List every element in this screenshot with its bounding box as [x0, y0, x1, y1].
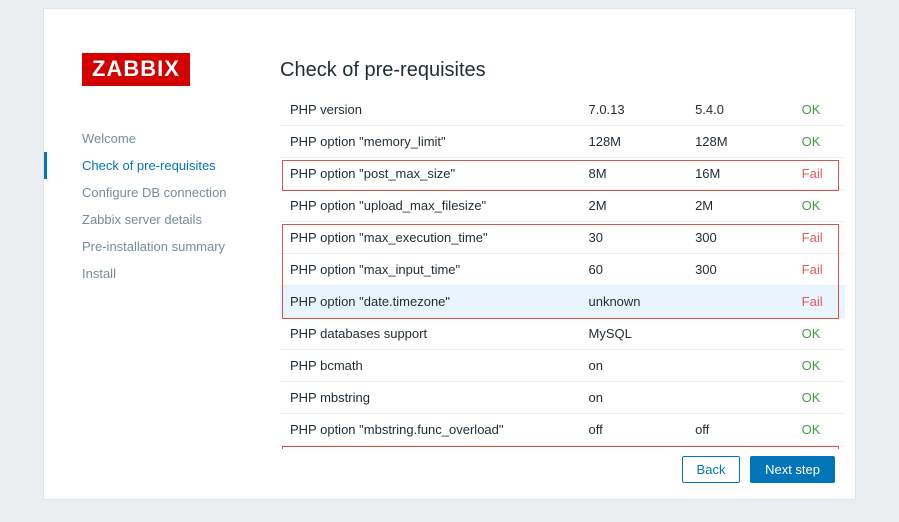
req-name: PHP option "date.timezone"	[280, 286, 578, 318]
req-current: off	[578, 446, 685, 450]
req-status: OK	[792, 382, 845, 414]
req-current: 2M	[578, 190, 685, 222]
back-button[interactable]: Back	[682, 456, 741, 483]
req-required	[685, 446, 792, 450]
req-name: PHP option "post_max_size"	[280, 158, 578, 190]
zabbix-logo: ZABBIX	[82, 53, 190, 86]
req-status: OK	[792, 350, 845, 382]
req-required	[685, 350, 792, 382]
req-status: OK	[792, 94, 845, 126]
req-current: 7.0.13	[578, 94, 685, 126]
req-required	[685, 318, 792, 350]
table-row: PHP option "mbstring.func_overload"offof…	[280, 414, 845, 446]
table-row: PHP option "memory_limit"128M128MOK	[280, 126, 845, 158]
sidebar-item-1[interactable]: Check of pre-requisites	[44, 152, 264, 179]
req-status: Fail	[792, 222, 845, 254]
page-title: Check of pre-requisites	[280, 59, 845, 82]
sidebar-item-2[interactable]: Configure DB connection	[44, 179, 264, 206]
req-required: 300	[685, 254, 792, 286]
sidebar-item-4[interactable]: Pre-installation summary	[44, 233, 264, 260]
main: Check of pre-requisites PHP version7.0.1…	[280, 59, 845, 439]
next-step-button[interactable]: Next step	[750, 456, 835, 483]
sidebar-item-3[interactable]: Zabbix server details	[44, 206, 264, 233]
req-name: PHP bcmath	[280, 350, 578, 382]
table-row: PHP option "post_max_size"8M16MFail	[280, 158, 845, 190]
req-status: OK	[792, 318, 845, 350]
req-required	[685, 382, 792, 414]
table-row: PHP option "upload_max_filesize"2M2MOK	[280, 190, 845, 222]
req-current: 128M	[578, 126, 685, 158]
req-required	[685, 286, 792, 318]
table-row: PHP socketsoff Fail	[280, 446, 845, 450]
req-status: OK	[792, 190, 845, 222]
sidebar: WelcomeCheck of pre-requisitesConfigure …	[44, 125, 264, 287]
req-current: 60	[578, 254, 685, 286]
requisites-scroll[interactable]: PHP version7.0.135.4.0OKPHP option "memo…	[280, 94, 845, 449]
req-required: 300	[685, 222, 792, 254]
req-current: MySQL	[578, 318, 685, 350]
req-required: 128M	[685, 126, 792, 158]
req-required: 16M	[685, 158, 792, 190]
req-name: PHP option "max_execution_time"	[280, 222, 578, 254]
sidebar-item-5[interactable]: Install	[44, 260, 264, 287]
req-status: Fail	[792, 254, 845, 286]
table-row: PHP option "max_input_time"60300Fail	[280, 254, 845, 286]
req-status: Fail	[792, 158, 845, 190]
table-row: PHP version7.0.135.4.0OK	[280, 94, 845, 126]
req-status: OK	[792, 414, 845, 446]
table-row: PHP mbstringon OK	[280, 382, 845, 414]
footer: Back Next step	[676, 456, 835, 483]
table-row: PHP option "max_execution_time"30300Fail	[280, 222, 845, 254]
req-current: off	[578, 414, 685, 446]
req-name: PHP option "memory_limit"	[280, 126, 578, 158]
req-status: Fail	[792, 286, 845, 318]
req-current: unknown	[578, 286, 685, 318]
table-row: PHP databases supportMySQL OK	[280, 318, 845, 350]
req-current: 8M	[578, 158, 685, 190]
req-name: PHP version	[280, 94, 578, 126]
req-status: OK	[792, 126, 845, 158]
sidebar-item-0[interactable]: Welcome	[44, 125, 264, 152]
setup-card: ZABBIX WelcomeCheck of pre-requisitesCon…	[43, 8, 856, 500]
req-required: 5.4.0	[685, 94, 792, 126]
requisites-table: PHP version7.0.135.4.0OKPHP option "memo…	[280, 94, 845, 449]
req-required: 2M	[685, 190, 792, 222]
req-current: on	[578, 350, 685, 382]
req-name: PHP databases support	[280, 318, 578, 350]
req-required: off	[685, 414, 792, 446]
req-name: PHP option "max_input_time"	[280, 254, 578, 286]
table-row: PHP bcmathon OK	[280, 350, 845, 382]
table-row: PHP option "date.timezone"unknown Fail	[280, 286, 845, 318]
req-name: PHP mbstring	[280, 382, 578, 414]
req-name: PHP sockets	[280, 446, 578, 450]
req-current: on	[578, 382, 685, 414]
req-status: Fail	[792, 446, 845, 450]
req-name: PHP option "mbstring.func_overload"	[280, 414, 578, 446]
req-name: PHP option "upload_max_filesize"	[280, 190, 578, 222]
req-current: 30	[578, 222, 685, 254]
